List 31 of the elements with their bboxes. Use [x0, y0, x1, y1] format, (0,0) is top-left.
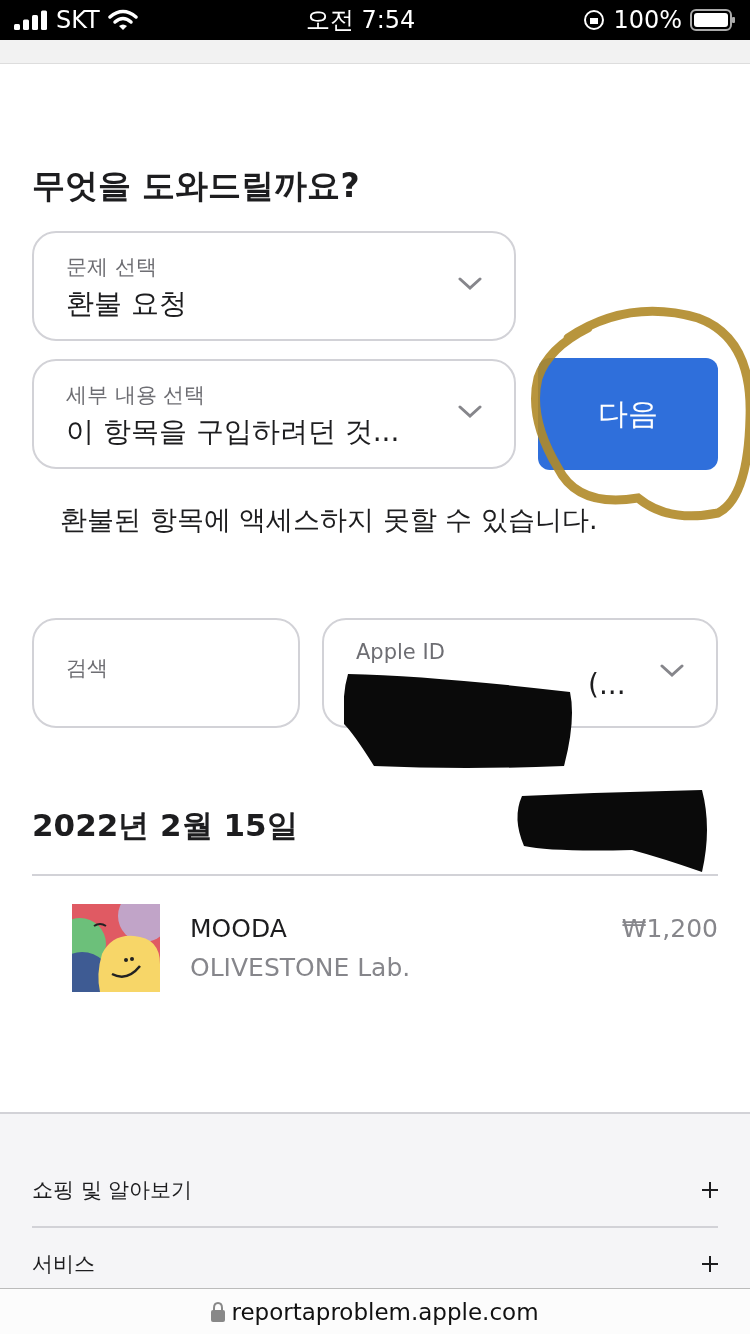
field-value: (... [587, 668, 626, 701]
item-price: ₩1,200 [621, 913, 718, 945]
field-value: 환불 요청 [66, 286, 188, 322]
footer-section-link[interactable]: 쇼핑 및 알아보기 [32, 1176, 193, 1204]
dropdown-field[interactable]: 세부 내용 선택 이 항목을 구입하려던 것... [32, 359, 516, 469]
app-name: MOODA [190, 914, 288, 943]
rotation-lock-icon [583, 9, 606, 31]
dropdown-field[interactable]: 문제 선택 환불 요청 [32, 231, 516, 341]
battery-percent: 100% [613, 6, 682, 34]
notice-text: 환불된 항목에 액세스하지 못할 수 있습니다. [60, 503, 599, 537]
page-heading: 무엇을 도와드릴까요? [32, 165, 361, 207]
chevron-down-icon [458, 277, 482, 291]
field-label: Apple ID [356, 640, 445, 664]
carrier-name: SKT [56, 6, 100, 34]
signal-icon [14, 10, 48, 30]
wifi-icon [107, 9, 138, 31]
field-label: 세부 내용 선택 [66, 382, 207, 409]
next-button[interactable]: 다음 [538, 358, 718, 470]
search-field[interactable]: 검색 [32, 618, 300, 728]
battery-icon [690, 9, 736, 31]
field-label: 문제 선택 [66, 254, 158, 281]
chevron-down-icon [660, 664, 684, 678]
plus-icon[interactable] [702, 1182, 718, 1198]
clock-time: 오전 7:54 [305, 5, 416, 36]
footer-section-link[interactable]: 서비스 [32, 1250, 95, 1278]
app-icon [72, 904, 160, 992]
chevron-down-icon [458, 405, 482, 419]
developer-name: OLIVESTONE Lab. [190, 953, 412, 982]
field-value: 이 항목을 구입하려던 것... [66, 414, 401, 450]
order-date: 2022년 2월 15일 [32, 806, 298, 845]
plus-icon[interactable] [702, 1256, 718, 1272]
